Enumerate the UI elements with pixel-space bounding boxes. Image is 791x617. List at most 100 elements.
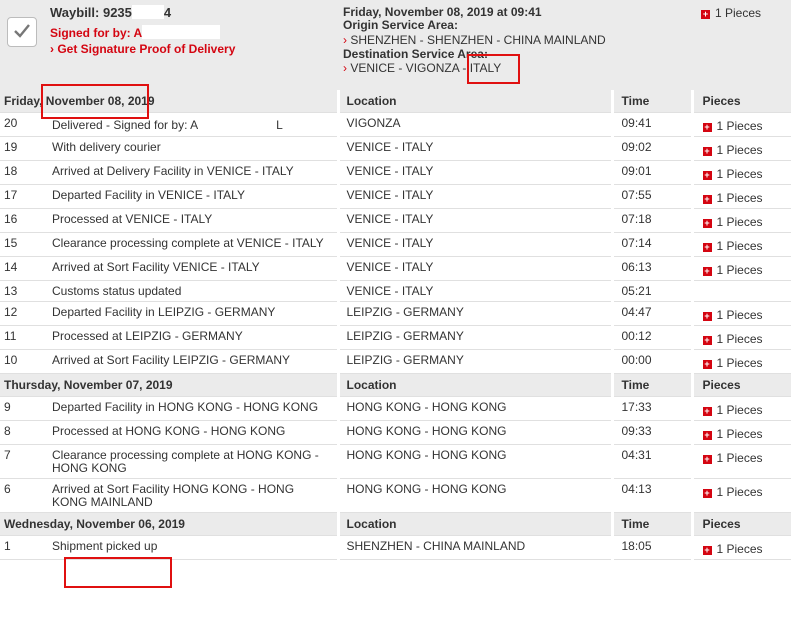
pieces-link[interactable]: +1 Pieces [694,350,791,373]
location-header: Location [336,512,612,536]
event-description-text: Processed at LEIPZIG - GERMANY [52,329,243,343]
event-number-text: 14 [4,260,18,274]
event-time: 07:55 [610,184,692,209]
event-number: 1 [0,535,48,560]
plus-icon[interactable]: + [702,147,712,156]
pieces-link[interactable]: +1 Pieces [694,161,791,184]
event-description-text: Arrived at Sort Facility HONG KONG - HON… [52,482,295,509]
event-number-text: 18 [4,164,18,178]
plus-icon[interactable]: + [702,219,712,228]
event-location: VENICE - ITALY [336,280,612,302]
signature-proof-link[interactable]: › Get Signature Proof of Delivery [50,42,235,56]
plus-icon[interactable]: + [702,431,712,440]
signed-for: Signed for by: A [50,25,221,40]
pieces-text: 1 Pieces [716,451,763,465]
delivery-datetime: Friday, November 08, 2019 at 09:41 [343,5,542,19]
plus-icon[interactable]: + [702,360,712,369]
plus-icon[interactable]: + [702,336,712,345]
event-number-text: 19 [4,140,18,154]
event-number-text: 15 [4,236,18,250]
event-description: Arrived at Delivery Facility in VENICE -… [48,160,338,185]
plus-icon[interactable]: + [702,195,712,204]
pieces-link[interactable]: +1 Pieces [694,536,791,559]
event-location: SHENZHEN - CHINA MAINLAND [336,535,612,560]
plus-icon[interactable]: + [701,10,710,19]
plus-icon[interactable]: + [702,312,712,321]
location-header: Location [336,90,612,113]
pieces-text: 1 Pieces [716,215,763,229]
event-time: 00:00 [610,349,692,374]
event-pieces: +1 Pieces [690,420,791,445]
event-description: Departed Facility in VENICE - ITALY [48,184,338,209]
plus-icon[interactable]: + [702,407,712,416]
event-time: 09:02 [610,136,692,161]
event-number: 6 [0,478,48,513]
event-row: 18 Arrived at Delivery Facility in VENICE… [0,160,791,185]
description-main: Delivered - Signed for by: A [52,118,199,132]
event-time: 09:33 [610,420,692,445]
event-number: 10 [0,349,48,374]
pieces-text: 1 Pieces [716,356,763,370]
event-description-text: Arrived at Sort Facility LEIPZIG - GERMA… [52,353,291,367]
time-header: Time [610,512,692,536]
plus-icon[interactable]: + [702,123,712,132]
event-number-text: 8 [4,424,11,438]
pieces-link[interactable]: +1 Pieces [694,113,791,136]
event-description: Processed at LEIPZIG - GERMANY [48,325,338,350]
event-description-text: With delivery courier [52,140,161,154]
event-location: VENICE - ITALY [336,136,612,161]
location-header: Location [336,373,612,397]
plus-icon[interactable]: + [702,455,712,464]
plus-icon[interactable]: + [702,489,712,498]
pieces-text: 1 Pieces [716,308,763,322]
redaction [142,25,221,39]
event-pieces: +1 Pieces [690,256,791,281]
event-row: 1 Shipment picked up SHENZHEN - CHINA MAIN… [0,535,791,560]
event-row: 14 Arrived at Sort Facility VENICE - ITAL… [0,256,791,281]
summary-pieces[interactable]: +1 Pieces [701,6,761,20]
event-description: Arrived at Sort Facility HONG KONG - HON… [48,478,338,513]
event-row: 15 Clearance processing complete at VENIC… [0,232,791,257]
plus-icon[interactable]: + [702,243,712,252]
event-number-text: 11 [4,329,17,343]
event-time: 04:31 [610,444,692,479]
event-number-text: 7 [4,448,11,462]
event-number: 19 [0,136,48,161]
event-pieces: +1 Pieces [690,478,791,513]
pieces-link[interactable]: +1 Pieces [694,257,791,280]
event-description: Processed at VENICE - ITALY [48,208,338,233]
plus-icon[interactable]: + [702,267,712,276]
pieces-link[interactable]: +1 Pieces [694,326,791,349]
event-description: Processed at HONG KONG - HONG KONG [48,420,338,445]
event-number-text: 6 [4,482,11,496]
day-header-row: Thursday, November 07, 2019 Location Time P… [0,373,791,397]
event-pieces: +1 Pieces [690,160,791,185]
event-pieces: +1 Pieces [690,136,791,161]
event-pieces: +1 Pieces [690,349,791,374]
event-time-text: 09:01 [621,164,652,178]
pieces-header: Pieces [690,90,791,113]
pieces-link[interactable]: +1 Pieces [694,209,791,232]
pieces-link[interactable]: +1 Pieces [694,233,791,256]
event-number: 9 [0,396,48,421]
pieces-link[interactable]: +1 Pieces [694,421,791,444]
pieces-link[interactable]: +1 Pieces [694,479,791,502]
plus-icon[interactable]: + [702,546,712,555]
event-time: 18:05 [610,535,692,560]
event-location-text: VENICE - ITALY [346,164,434,178]
event-location: LEIPZIG - GERMANY [336,301,612,326]
event-location: HONG KONG - HONG KONG [336,444,612,479]
event-location: VENICE - ITALY [336,184,612,209]
redaction [131,5,164,19]
event-pieces: +1 Pieces [690,184,791,209]
pieces-link[interactable]: +1 Pieces [694,137,791,160]
pieces-link[interactable]: +1 Pieces [694,397,791,420]
event-description-text: Clearance processing complete at HONG KO… [52,448,319,475]
pieces-link[interactable]: +1 Pieces [694,302,791,325]
checkmark-icon [14,24,30,38]
plus-icon[interactable]: + [702,171,712,180]
pieces-link[interactable]: +1 Pieces [694,445,791,468]
event-time: 07:18 [610,208,692,233]
pieces-link[interactable]: +1 Pieces [694,185,791,208]
event-row: 10 Arrived at Sort Facility LEIPZIG - GER… [0,349,791,374]
